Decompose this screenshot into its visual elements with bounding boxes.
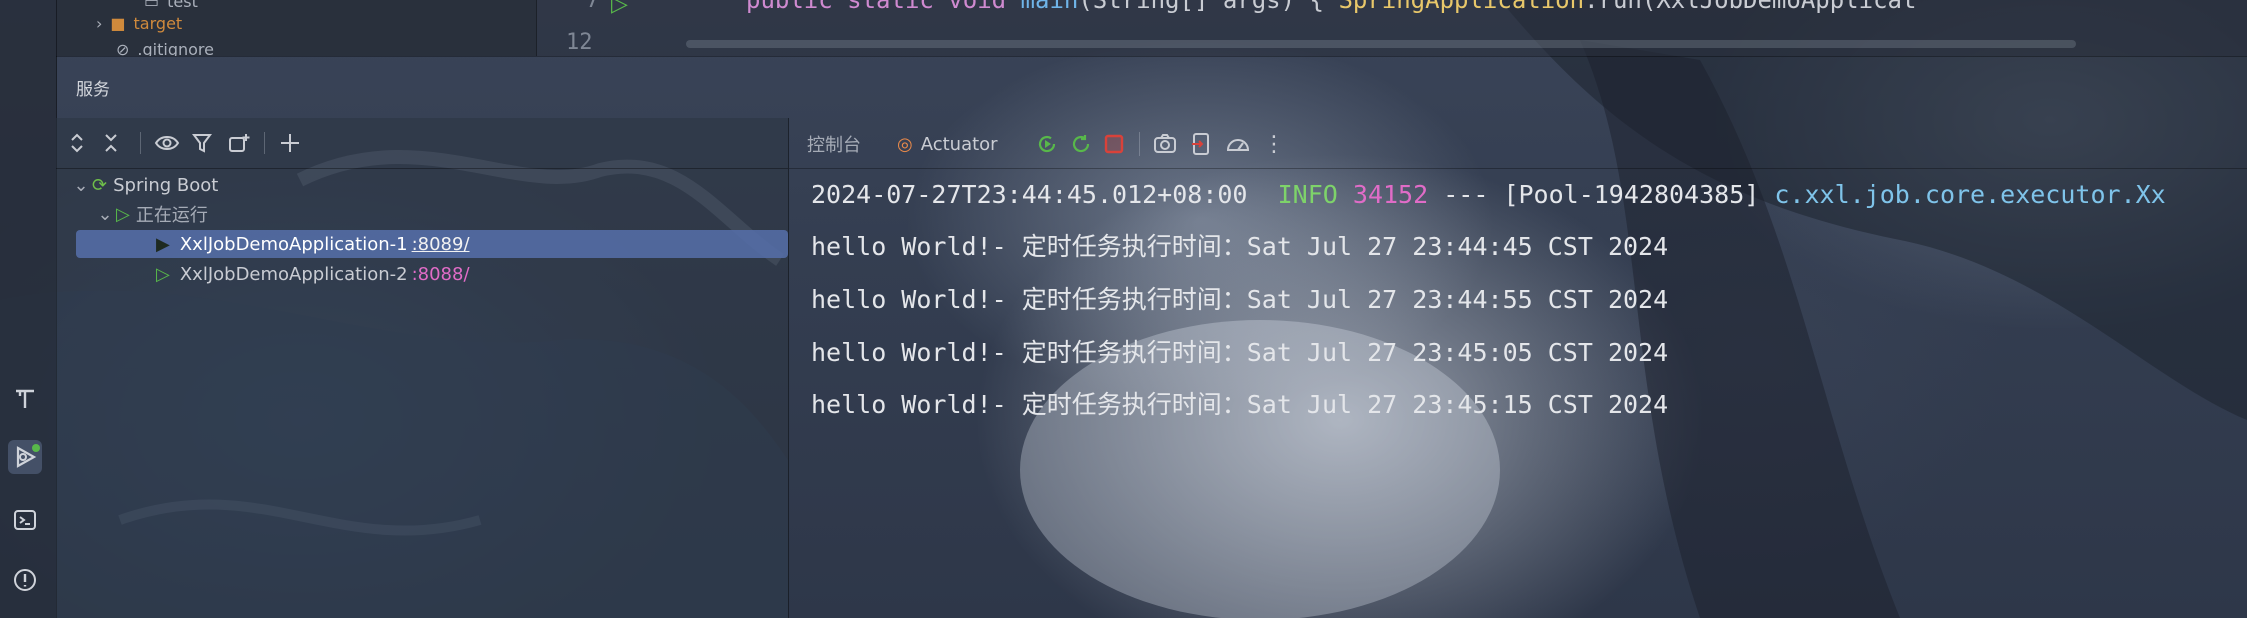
gauge-icon[interactable]: [1225, 130, 1251, 158]
services-toolbar: [56, 118, 788, 169]
more-icon[interactable]: ⋮: [1263, 130, 1285, 158]
log-line: 2024-07-27T23:44:45.012+08:00 INFO 34152…: [811, 180, 2166, 209]
ignore-file-icon: ⊘: [116, 39, 130, 57]
expand-all-icon[interactable]: [62, 128, 92, 158]
exit-icon[interactable]: [1189, 130, 1213, 158]
run-gutter-icon[interactable]: ▷: [611, 0, 628, 17]
folder-icon: ■: [110, 13, 126, 33]
line-number: 7: [586, 0, 600, 13]
services-icon[interactable]: [8, 440, 42, 474]
tree-node-app[interactable]: ▶ XxlJobDemoApplication-1 :8089/: [76, 230, 788, 258]
tab-console[interactable]: 控制台: [807, 130, 861, 158]
tree-item[interactable]: ⊘ .gitignore: [116, 38, 214, 57]
log-line: hello World!- 定时任务执行时间：Sat Jul 27 23:45:…: [811, 390, 1669, 419]
services-title: 服务: [76, 80, 110, 100]
tree-node-spring-boot[interactable]: ⌄ ⟳ Spring Boot: [70, 171, 218, 199]
toolbar-separator: [1139, 132, 1140, 156]
port-link[interactable]: :8088/: [412, 264, 470, 285]
collapse-all-icon[interactable]: [96, 128, 126, 158]
tree-item[interactable]: ▭ test: [144, 0, 198, 12]
chevron-down-icon: ⌄: [73, 174, 89, 196]
run-icon: ▷: [116, 203, 130, 225]
toolbar-separator: [264, 132, 265, 154]
chevron-down-icon: ⌄: [97, 203, 113, 225]
actuator-icon: ◎: [897, 133, 913, 155]
problems-icon[interactable]: [8, 563, 42, 597]
toolbar-separator: [140, 132, 141, 154]
filter-icon[interactable]: [188, 128, 218, 158]
rerun-icon[interactable]: [1069, 130, 1093, 158]
console-toolbar: 控制台 ◎ Actuator ⋮: [789, 118, 2247, 169]
terminal-icon[interactable]: [8, 503, 42, 537]
tab-actuator[interactable]: ◎ Actuator: [897, 130, 998, 158]
running-indicator: [32, 444, 40, 452]
running-app-icon: ▶: [156, 233, 170, 255]
project-tree-fragment: ▭ test › ■ target ⊘ .gitignore: [56, 0, 537, 56]
run-icon: ▷: [156, 263, 170, 285]
eye-icon[interactable]: [152, 128, 182, 158]
log-line: hello World!- 定时任务执行时间：Sat Jul 27 23:44:…: [811, 285, 1669, 314]
log-line: hello World!- 定时任务执行时间：Sat Jul 27 23:45:…: [811, 338, 1669, 367]
line-number: 12: [566, 30, 593, 55]
stop-icon[interactable]: [1103, 130, 1125, 158]
new-group-icon[interactable]: [224, 128, 254, 158]
camera-icon[interactable]: [1153, 130, 1177, 158]
tree-node-app[interactable]: ▷ XxlJobDemoApplication-2 :8088/: [156, 260, 470, 288]
folder-icon: ▭: [144, 0, 160, 11]
tree-node-running-group[interactable]: ⌄ ▷ 正在运行: [94, 200, 207, 228]
chevron-right-icon: ›: [96, 13, 103, 33]
log-line: hello World!- 定时任务执行时间：Sat Jul 27 23:44:…: [811, 232, 1669, 261]
add-icon[interactable]: [276, 128, 306, 158]
restart-icon[interactable]: [1035, 130, 1059, 158]
horizontal-scrollbar[interactable]: [686, 40, 2076, 48]
tool-window-strip: [0, 0, 57, 618]
editor-fragment: ▭ test › ■ target ⊘ .gitignore 7 ▷ 12 pu…: [56, 0, 2247, 56]
tree-item[interactable]: › ■ target: [96, 12, 182, 34]
spring-boot-icon: ⟳: [92, 174, 108, 196]
tool-icon[interactable]: [8, 382, 42, 416]
code-line[interactable]: public static void main(String[] args) {…: [746, 0, 1916, 14]
port-link[interactable]: :8089/: [412, 234, 470, 255]
